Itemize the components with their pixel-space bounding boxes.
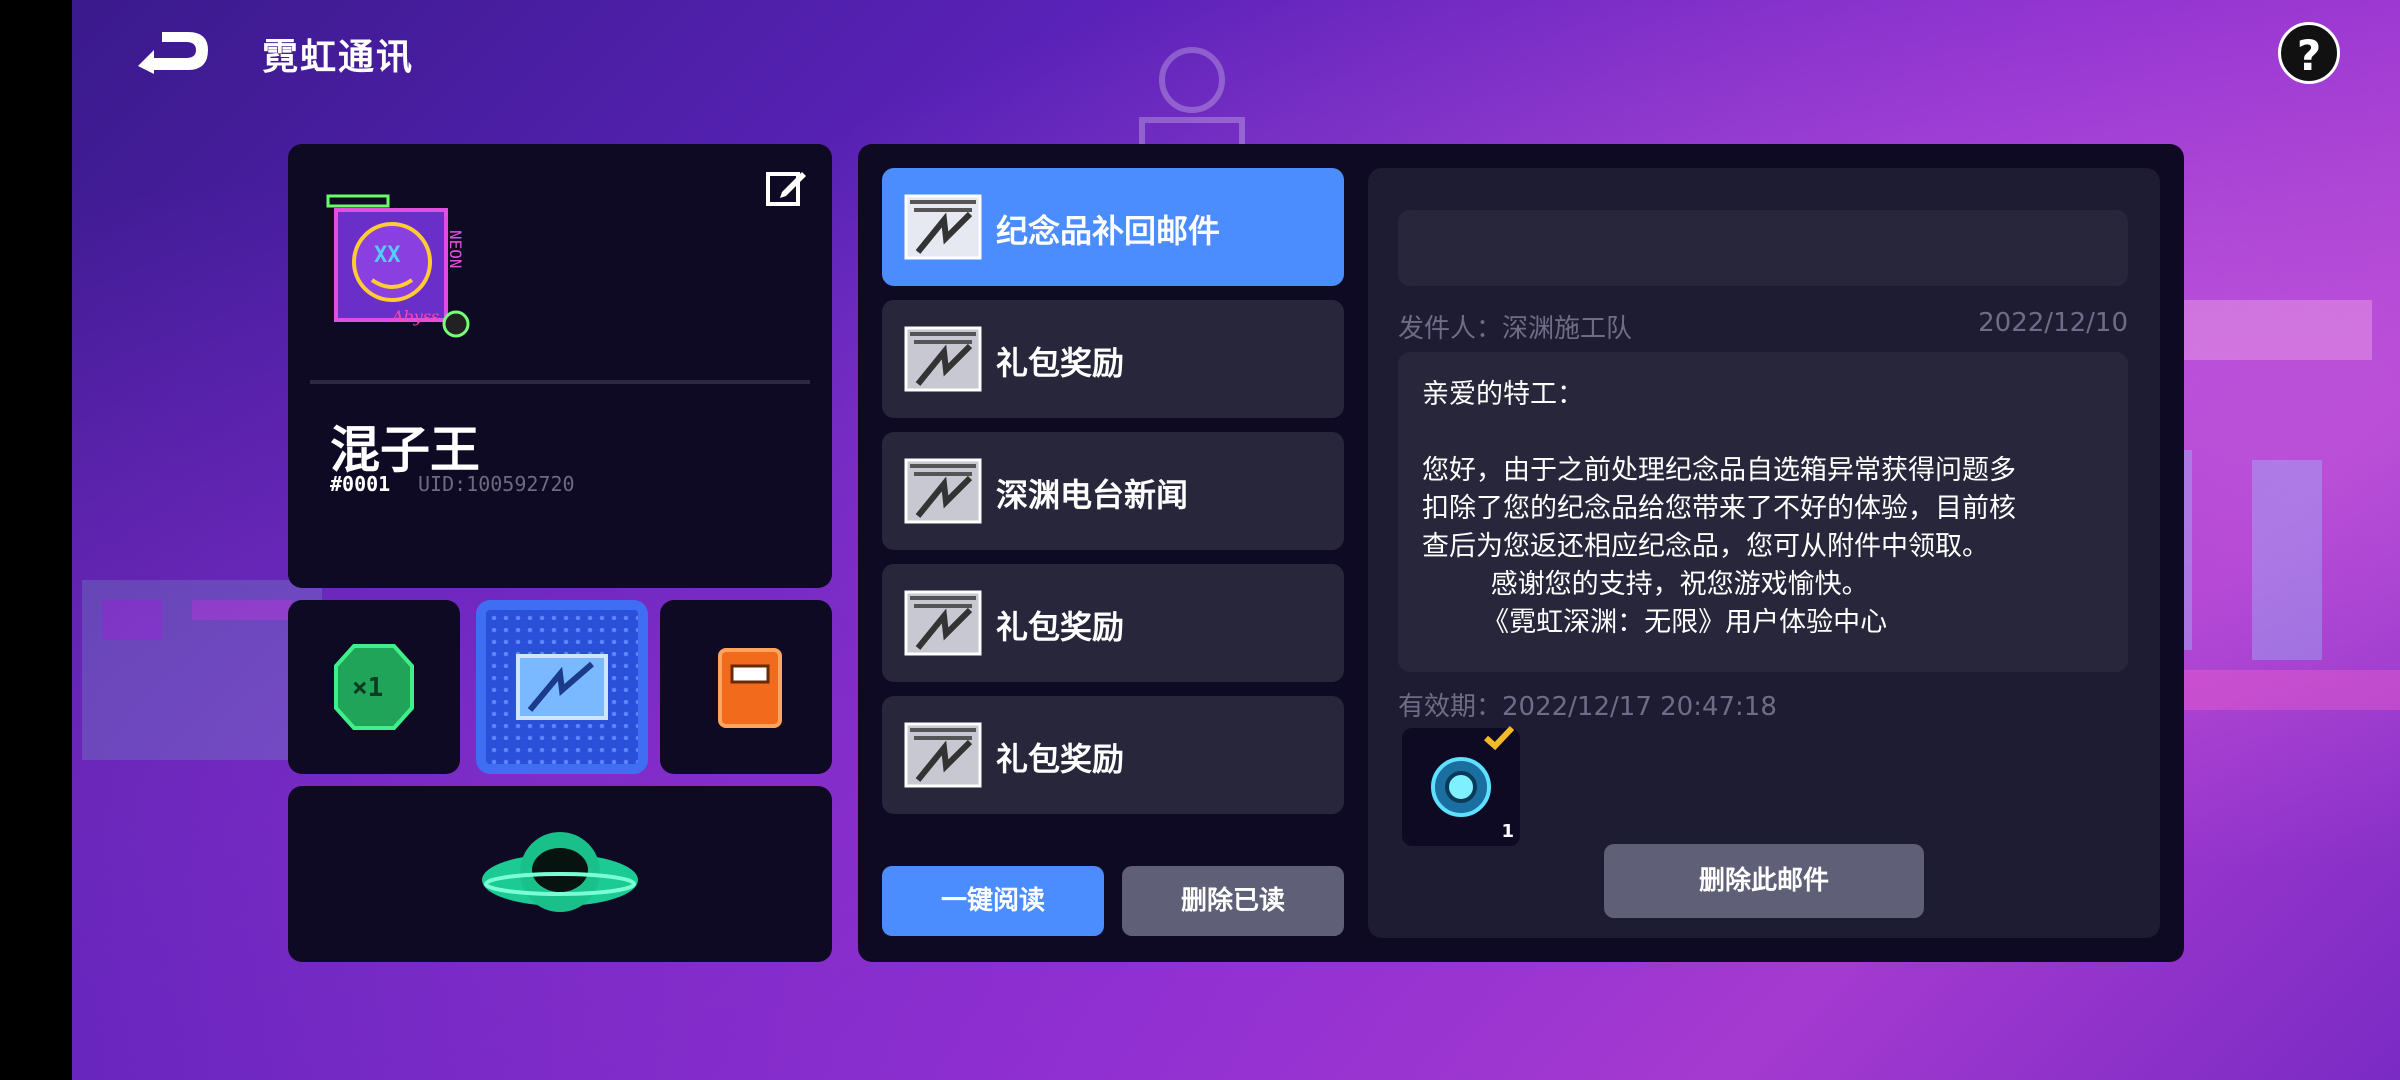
back-arrow-icon[interactable] <box>134 28 214 78</box>
mail-body-line: 感谢您的支持，祝您游戏愉快。 <box>1422 569 1869 600</box>
delete-read-button[interactable]: 删除已读 <box>1122 866 1344 936</box>
attachment-slot[interactable]: 1 <box>1402 725 1520 846</box>
mail-panel: 纪念品补回邮件 礼包奖励 深渊电台新闻 礼包奖励 礼包奖励 一键阅读 删除已读 … <box>858 144 2184 962</box>
gift-code-tile[interactable]: ×1 <box>288 600 460 774</box>
mail-list-label: 礼包奖励 <box>996 740 1125 778</box>
attachment-count: 1 <box>1501 821 1514 842</box>
mail-body-line: 查后为您返还相应纪念品，您可从附件中领取。 <box>1422 531 1989 562</box>
mail-list-item[interactable]: 礼包奖励 <box>882 564 1344 682</box>
gift-code-icon: ×1 <box>334 644 414 730</box>
mail-body-line: 《霓虹深渊：无限》用户体验中心 <box>1422 607 1888 638</box>
read-all-button[interactable]: 一键阅读 <box>882 866 1104 936</box>
mail-body[interactable]: 亲爱的特工： 您好，由于之前处理纪念品自选箱异常获得问题多 扣除了您的纪念品给您… <box>1398 352 2128 672</box>
svg-text:XX: XX <box>374 243 401 268</box>
notebook-icon <box>718 648 782 728</box>
svg-text:×1: ×1 <box>352 673 383 703</box>
divider <box>310 380 810 384</box>
mail-icon <box>904 590 982 656</box>
notebook-tile[interactable] <box>660 600 832 774</box>
page-title: 霓虹通讯 <box>262 37 415 78</box>
mail-detail: 发件人：深渊施工队 2022/12/10 亲爱的特工： 您好，由于之前处理纪念品… <box>1368 168 2160 938</box>
help-button[interactable]: ? <box>2278 22 2340 84</box>
mail-icon <box>516 654 608 720</box>
blackhole-planet-icon <box>482 832 638 912</box>
mail-body-line: 扣除了您的纪念品给您带来了不好的体验，目前核 <box>1422 493 2016 524</box>
player-id-tag: #0001 <box>330 472 391 496</box>
mail-icon <box>904 194 982 260</box>
mail-list-label: 纪念品补回邮件 <box>996 212 1221 250</box>
mail-list-item[interactable]: 礼包奖励 <box>882 696 1344 814</box>
planet-tile[interactable] <box>288 786 832 962</box>
mail-icon <box>904 458 982 524</box>
mail-icon <box>904 722 982 788</box>
avatar-logo-text: Abyss <box>390 307 439 326</box>
delete-mail-button[interactable]: 删除此邮件 <box>1604 844 1924 918</box>
claimed-check-icon <box>1484 725 1515 751</box>
player-uid: UID:100592720 <box>418 472 575 496</box>
mail-body-line: 亲爱的特工： <box>1422 379 1584 410</box>
mail-sender: 发件人：深渊施工队 <box>1398 314 1633 344</box>
mail-date: 2022/12/10 <box>1978 308 2128 338</box>
mail-list-item[interactable]: 纪念品补回邮件 <box>882 168 1344 286</box>
memento-item-icon <box>1431 757 1491 817</box>
mail-tile-selected[interactable] <box>476 600 648 774</box>
mail-list-label: 礼包奖励 <box>996 608 1125 646</box>
edit-icon[interactable] <box>764 166 808 210</box>
mail-subject-bar <box>1398 210 2128 286</box>
svg-text:NEON: NEON <box>446 230 465 269</box>
mail-icon <box>904 326 982 392</box>
mail-list-label: 深渊电台新闻 <box>996 476 1189 514</box>
mail-list-label: 礼包奖励 <box>996 344 1125 382</box>
profile-card: XX NEON Abyss 混子王 #0001 UID:100592720 <box>288 144 832 588</box>
mail-expiry: 有效期：2022/12/17 20:47:18 <box>1398 692 1777 722</box>
mail-list-item[interactable]: 深渊电台新闻 <box>882 432 1344 550</box>
mail-body-line: 您好，由于之前处理纪念品自选箱异常获得问题多 <box>1422 455 2016 486</box>
avatar[interactable]: XX NEON Abyss <box>322 190 472 340</box>
mail-list-item[interactable]: 礼包奖励 <box>882 300 1344 418</box>
